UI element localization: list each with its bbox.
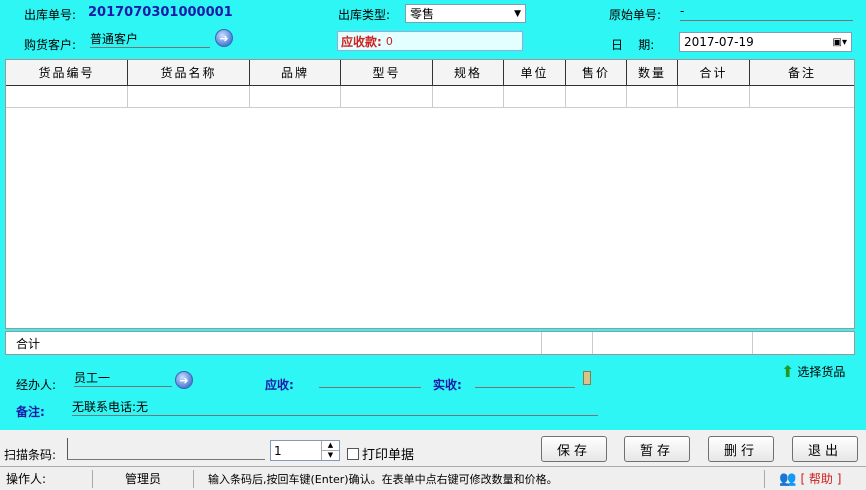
receivable-value: 0 (385, 34, 393, 48)
orig-no-input[interactable]: - (680, 4, 853, 21)
footer-receivable-label: 应收: (265, 378, 294, 392)
calendar-icon[interactable]: ▣▾ (833, 37, 847, 48)
quantity-value: 1 (274, 443, 282, 458)
summary-total (593, 332, 753, 354)
summary-qty (542, 332, 593, 354)
date-label: 日 期: (611, 38, 655, 52)
barcode-input[interactable] (67, 438, 265, 460)
grid-header: 货品编号 货品名称 品牌 型号 规格 单位 售价 数量 合计 备注 (6, 60, 854, 86)
date-value: 2017-07-19 (684, 35, 754, 49)
note-input[interactable]: 无联系电话:无 (72, 398, 598, 416)
operator-label: 操作人: (6, 472, 47, 486)
hold-button[interactable]: 暂存 (624, 436, 690, 462)
col-header[interactable]: 数量 (627, 60, 678, 85)
handler-input[interactable]: 员工一 (74, 369, 172, 387)
table-row[interactable] (6, 86, 854, 108)
customer-label: 购货客户: (24, 38, 77, 52)
type-label: 出库类型: (338, 8, 391, 22)
print-checkbox[interactable]: 打印单据 (347, 444, 414, 463)
order-no-label: 出库单号: (24, 8, 77, 22)
col-header[interactable]: 货品名称 (128, 60, 250, 85)
footer-receivable-input[interactable] (319, 371, 421, 388)
handler-label: 经办人: (16, 378, 57, 392)
col-header[interactable]: 售价 (566, 60, 627, 85)
help-icon: 👥 (779, 470, 797, 487)
col-header[interactable]: 品牌 (250, 60, 341, 85)
received-input[interactable] (475, 371, 575, 388)
handler-value: 员工一 (74, 371, 111, 385)
save-button[interactable]: 保存 (541, 436, 607, 462)
col-header[interactable]: 单位 (504, 60, 566, 85)
type-select[interactable]: 零售 ▼ (405, 4, 526, 23)
customer-select-arrow-icon[interactable]: ➜ (215, 29, 233, 47)
col-header[interactable]: 备注 (750, 60, 854, 85)
note-label: 备注: (16, 405, 45, 419)
summary-note (753, 332, 854, 354)
handler-select-arrow-icon[interactable]: ➜ (175, 371, 193, 389)
up-arrow-icon: ⬆ (781, 361, 795, 381)
help-link[interactable]: [ 帮助 ] (800, 470, 841, 487)
goods-grid[interactable]: 货品编号 货品名称 品牌 型号 规格 单位 售价 数量 合计 备注 (5, 59, 855, 329)
orig-no-value: - (680, 4, 685, 18)
operator-value: 管理员 (124, 472, 161, 486)
status-hint: 输入条码后,按回车键(Enter)确认。在表单中点右键可修改数量和价格。 (208, 472, 558, 486)
stepper-up-icon[interactable]: ▲ (322, 441, 339, 451)
summary-row: 合计 (5, 331, 855, 355)
customer-input[interactable]: 普通客户 (90, 30, 210, 48)
delete-row-button[interactable]: 删行 (708, 436, 774, 462)
checkbox-box[interactable] (347, 447, 359, 460)
note-value: 无联系电话:无 (72, 400, 149, 414)
calculator-icon[interactable] (583, 371, 591, 385)
col-header[interactable]: 合计 (678, 60, 750, 85)
received-label: 实收: (433, 378, 462, 392)
quantity-stepper[interactable]: 1 ▲ ▼ (270, 440, 340, 461)
receivable-label: 应收款: (341, 34, 382, 49)
status-bar: 操作人: 管理员 输入条码后,按回车键(Enter)确认。在表单中点右键可修改数… (0, 466, 866, 490)
col-header[interactable]: 货品编号 (6, 60, 128, 85)
print-label: 打印单据 (362, 448, 415, 463)
receivable-box: 应收款: 0 (337, 31, 523, 51)
orig-no-label: 原始单号: (609, 8, 662, 22)
col-header[interactable]: 型号 (341, 60, 433, 85)
barcode-label: 扫描条码: (4, 448, 57, 462)
order-no-value: 2017070301000001 (88, 5, 233, 20)
stepper-down-icon[interactable]: ▼ (322, 451, 339, 460)
exit-button[interactable]: 退出 (792, 436, 858, 462)
col-header[interactable]: 规格 (433, 60, 504, 85)
type-select-value: 零售 (410, 7, 435, 21)
customer-value: 普通客户 (90, 32, 139, 46)
select-goods-label: 选择货品 (797, 365, 846, 379)
dropdown-arrow-icon: ▼ (514, 8, 521, 19)
summary-label: 合计 (6, 332, 542, 354)
select-goods-button[interactable]: ⬆ 选择货品 (781, 363, 845, 380)
date-picker[interactable]: 2017-07-19 ▣▾ (679, 32, 852, 52)
